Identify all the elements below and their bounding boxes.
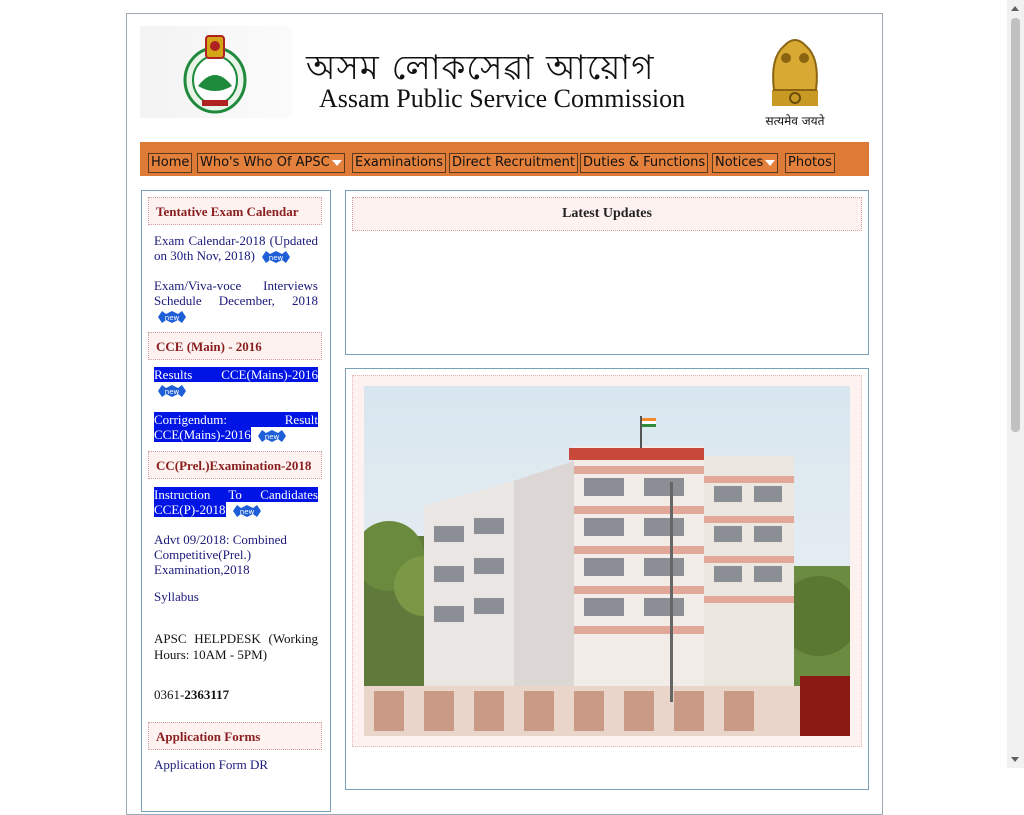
new-badge-icon: new: [262, 251, 291, 264]
link-corrigendum[interactable]: Corrigendum: Result CCE(Mains)-2016 new: [154, 412, 318, 443]
new-badge-icon: new: [158, 311, 186, 324]
link-application-form-dr[interactable]: Application Form DR: [154, 757, 318, 772]
latest-updates-panel: Latest Updates: [345, 190, 869, 355]
link-viva-schedule[interactable]: Exam/Viva-voce Interviews Schedule Decem…: [154, 278, 318, 324]
phone-prefix: 0361-: [154, 687, 185, 702]
nav-home[interactable]: Home: [148, 153, 193, 173]
helpdesk-text: APSC HELPDESK (Working Hours: 10AM - 5PM…: [154, 631, 318, 662]
phone-number: 2363117: [184, 687, 230, 702]
nav-whos-who-label: Who's Who Of APSC: [200, 155, 330, 170]
nav-direct-recruitment[interactable]: Direct Recruitment: [449, 153, 578, 173]
section-heading-cce-main: CCE (Main) - 2016: [148, 332, 322, 360]
page-container: অসম লোকসেৱা আয়োগ Assam Public Service C…: [126, 13, 883, 815]
sidebar: Tentative Exam Calendar Exam Calendar-20…: [141, 190, 331, 812]
nav-examinations[interactable]: Examinations: [352, 153, 447, 173]
photo-panel: [345, 368, 869, 790]
new-badge-text: new: [265, 433, 280, 441]
link-corrigendum-text: Corrigendum: Result CCE(Mains)-2016: [154, 412, 318, 442]
link-application-form-text: Application Form DR: [154, 757, 269, 772]
section-heading-ccprel: CC(Prel.)Examination-2018: [148, 451, 322, 479]
section-heading-application-forms: Application Forms: [148, 722, 322, 750]
new-badge-icon: new: [232, 505, 261, 518]
link-exam-calendar[interactable]: Exam Calendar-2018 (Updated on 30th Nov,…: [154, 233, 318, 264]
new-badge-text: new: [269, 254, 284, 262]
link-viva-schedule-text: Exam/Viva-voce Interviews Schedule Decem…: [154, 278, 318, 308]
photo-frame: [352, 375, 862, 747]
link-instruction-candidates[interactable]: Instruction To Candidates CCE(P)-2018 ne…: [154, 487, 318, 518]
new-badge-text: new: [165, 314, 180, 322]
section-heading-exam-calendar: Tentative Exam Calendar: [148, 197, 322, 225]
new-badge-icon: new: [158, 385, 186, 398]
motto-text: सत्यमेव जयते: [765, 114, 825, 128]
link-results-text: Results CCE(Mains)-2016: [154, 367, 318, 382]
link-exam-calendar-text: Exam Calendar-2018 (Updated on 30th Nov,…: [154, 233, 318, 263]
new-badge-icon: new: [258, 430, 287, 443]
nav-whos-who[interactable]: Who's Who Of APSC: [197, 153, 345, 173]
main-nav: Home Who's Who Of APSC Examinations Dire…: [140, 142, 869, 176]
nav-photos[interactable]: Photos: [785, 153, 835, 173]
nav-duties-functions[interactable]: Duties & Functions: [580, 153, 709, 173]
vertical-scrollbar[interactable]: [1007, 0, 1024, 768]
nav-notices-label: Notices: [715, 155, 764, 170]
helpdesk-phone: 0361-2363117: [154, 687, 318, 703]
new-badge-text: new: [165, 388, 180, 396]
scroll-down-arrow-icon[interactable]: [1011, 757, 1019, 762]
site-header: অসম লোকসেৱা আয়োগ Assam Public Service C…: [140, 26, 870, 145]
nav-notices[interactable]: Notices: [712, 153, 779, 173]
assam-logo-icon: [140, 26, 292, 118]
link-syllabus-text: Syllabus: [154, 589, 199, 604]
link-results-cce-mains[interactable]: Results CCE(Mains)-2016 new: [154, 367, 318, 398]
title-english: Assam Public Service Commission: [319, 84, 686, 113]
latest-updates-heading: Latest Updates: [352, 197, 862, 231]
apsc-building-photo: [364, 386, 850, 736]
link-advt[interactable]: Advt 09/2018: Combined Competitive(Prel.…: [154, 532, 318, 577]
chevron-down-icon: [331, 159, 342, 166]
chevron-down-icon: [765, 159, 776, 166]
link-advt-text: Advt 09/2018: Combined Competitive(Prel.…: [154, 532, 287, 577]
link-syllabus[interactable]: Syllabus: [154, 589, 318, 604]
scroll-up-arrow-icon[interactable]: [1011, 6, 1019, 11]
new-badge-text: new: [240, 508, 255, 516]
scrollbar-thumb[interactable]: [1011, 18, 1020, 432]
